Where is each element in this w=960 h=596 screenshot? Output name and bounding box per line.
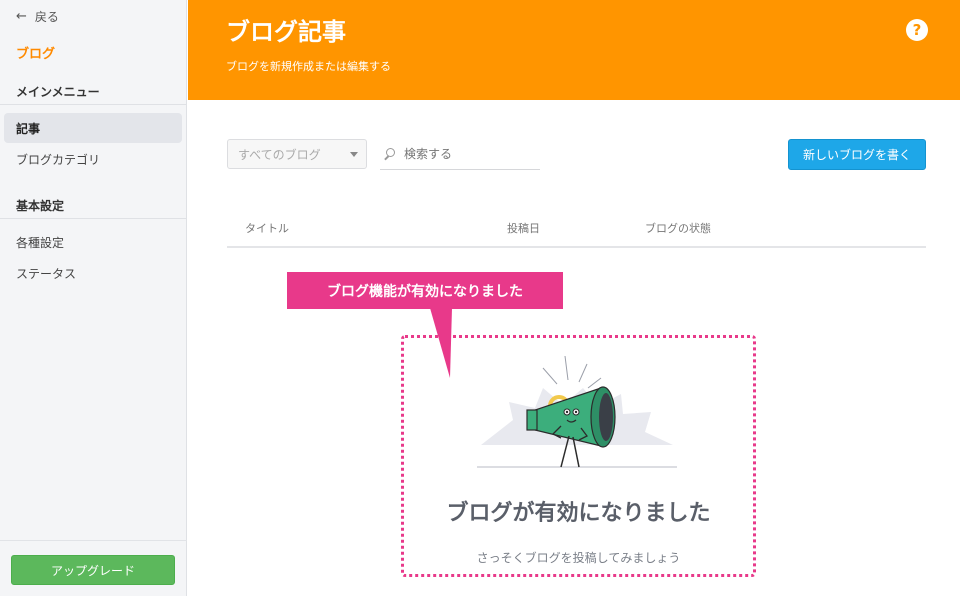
main-menu-heading: メインメニュー xyxy=(16,85,100,99)
basic-settings-heading: 基本設定 xyxy=(16,199,65,213)
arrow-left-icon: ← xyxy=(16,9,27,24)
divider xyxy=(0,218,187,219)
search-box xyxy=(380,139,540,170)
sidebar: ← 戻る ブログ メインメニュー 記事 ブログカテゴリ 基本設定 各種設定 ステ… xyxy=(0,0,187,596)
megaphone-character-icon xyxy=(477,355,677,468)
column-header-status[interactable]: ブログの状態 xyxy=(645,220,711,236)
column-header-title[interactable]: タイトル xyxy=(245,220,289,236)
table-header: タイトル 投稿日 ブログの状態 xyxy=(227,208,926,248)
search-input[interactable] xyxy=(402,146,536,162)
page-header: ブログ記事 ブログを新規作成または編集する ? xyxy=(188,0,960,100)
new-blog-button[interactable]: 新しいブログを書く xyxy=(788,139,926,170)
blog-filter-select[interactable]: すべてのブログ xyxy=(227,139,367,169)
divider xyxy=(0,104,187,105)
sidebar-title: ブログ xyxy=(16,47,56,62)
search-icon xyxy=(384,148,396,161)
back-label: 戻る xyxy=(34,10,59,24)
column-header-date[interactable]: 投稿日 xyxy=(507,220,540,236)
upgrade-button[interactable]: アップグレード xyxy=(11,555,175,585)
help-icon[interactable]: ? xyxy=(906,19,928,41)
caret-down-icon xyxy=(350,152,358,157)
sidebar-item-settings[interactable]: 各種設定 xyxy=(4,227,182,257)
sidebar-item-status[interactable]: ステータス xyxy=(4,258,182,288)
sidebar-item-articles[interactable]: 記事 xyxy=(4,113,182,143)
callout-banner: ブログ機能が有効になりました xyxy=(287,272,563,309)
empty-state-subtitle: さっそくブログを投稿してみましょう xyxy=(476,551,681,565)
page-subtitle: ブログを新規作成または編集する xyxy=(226,60,391,73)
blog-filter-value: すべてのブログ xyxy=(238,147,321,162)
back-link[interactable]: ← 戻る xyxy=(16,8,59,25)
page-title: ブログ記事 xyxy=(226,18,346,46)
sidebar-item-blog-categories[interactable]: ブログカテゴリ xyxy=(4,144,182,174)
empty-state-title: ブログが有効になりました xyxy=(446,501,711,526)
divider xyxy=(0,540,187,541)
